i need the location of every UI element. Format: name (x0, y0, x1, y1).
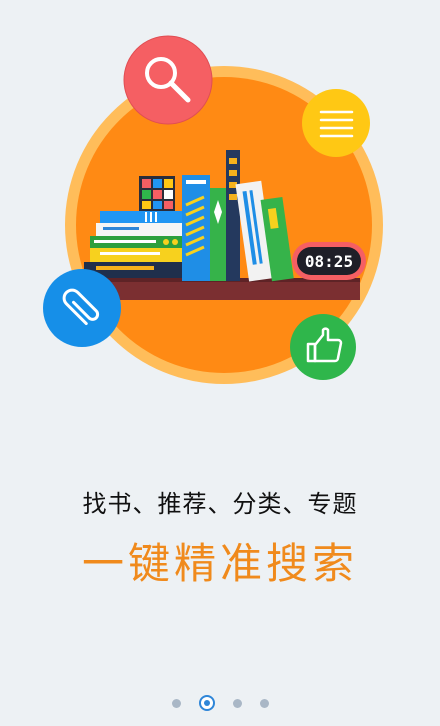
onboarding-screen: 08:25 找书、推荐、分类、专题 一键精准搜索 (0, 0, 440, 726)
page-indicator (0, 692, 440, 714)
book-stack (84, 211, 194, 278)
cube-decoration (139, 176, 175, 211)
page-dot-2-active[interactable] (198, 695, 215, 711)
search-badge (123, 35, 213, 125)
page-dot-1[interactable] (171, 698, 181, 708)
like-badge (290, 314, 356, 380)
feature-subtitle: 找书、推荐、分类、专题 (82, 490, 358, 518)
digital-clock: 08:25 (292, 242, 366, 280)
shelf (88, 281, 360, 300)
clock-display: 08:25 (305, 252, 353, 271)
feature-headline: 一键精准搜索 (81, 539, 358, 588)
menu-badge (302, 89, 370, 157)
bookshelf-illustration: 08:25 (43, 35, 383, 384)
clip-badge (43, 269, 121, 347)
page-dot-4[interactable] (259, 698, 269, 708)
page-dot-3[interactable] (232, 698, 242, 708)
